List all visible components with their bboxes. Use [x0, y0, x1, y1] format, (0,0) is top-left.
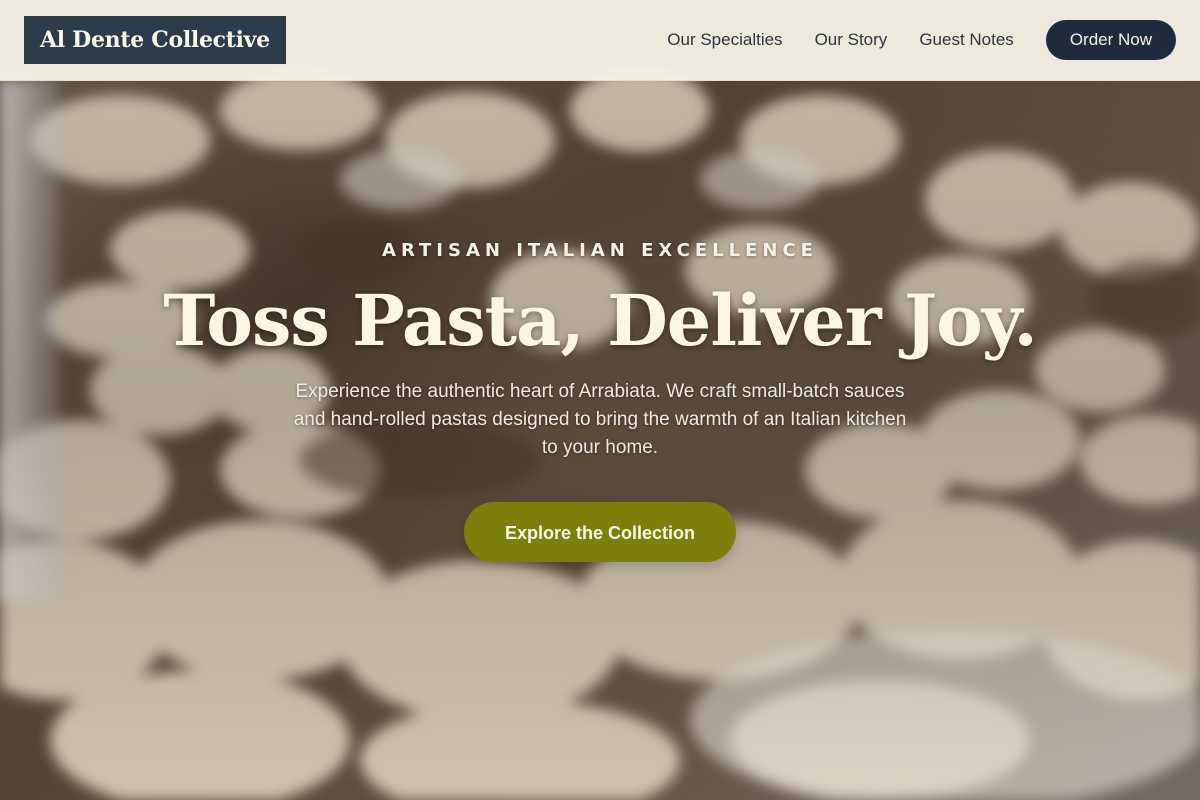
order-now-button[interactable]: Order Now [1045, 20, 1176, 60]
hero-section: ARTISAN ITALIAN EXCELLENCE Toss Pasta, D… [0, 0, 1200, 800]
brand-logo[interactable]: Al Dente Collective [24, 16, 286, 64]
hero-eyebrow: ARTISAN ITALIAN EXCELLENCE [382, 240, 818, 261]
explore-collection-button[interactable]: Explore the Collection [464, 502, 736, 562]
main-nav: Our Specialties Our Story Guest Notes Or… [667, 20, 1176, 60]
nav-link-our-story[interactable]: Our Story [815, 30, 888, 50]
nav-link-our-specialties[interactable]: Our Specialties [667, 30, 782, 50]
page: Al Dente Collective Our Specialties Our … [0, 0, 1200, 800]
hero-description: Experience the authentic heart of Arrabi… [293, 381, 907, 458]
nav-link-guest-notes[interactable]: Guest Notes [919, 30, 1014, 50]
site-header: Al Dente Collective Our Specialties Our … [0, 0, 1200, 81]
hero-headline: Toss Pasta, Deliver Joy. [163, 279, 1038, 362]
